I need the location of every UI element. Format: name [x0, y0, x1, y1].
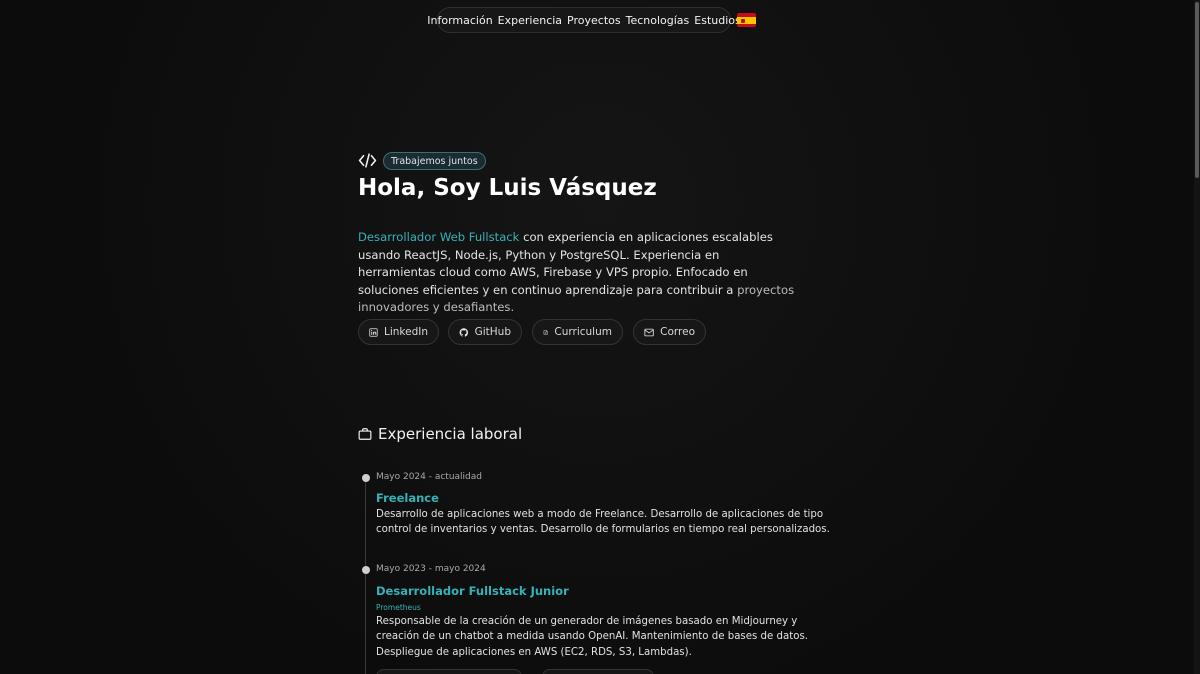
- spain-flag-icon[interactable]: [737, 13, 756, 27]
- hero-description: Desarrollador Web Fullstack con experien…: [358, 229, 798, 317]
- scrollbar-thumb[interactable]: [1195, 2, 1199, 178]
- timeline-line: [365, 482, 366, 674]
- project-link-button[interactable]: [376, 669, 522, 674]
- nav-item-estudios[interactable]: Estudios: [692, 14, 743, 27]
- experience-description: Responsable de la creación de un generad…: [376, 616, 809, 658]
- experience-role: Freelance: [376, 491, 439, 505]
- email-label: Correo: [660, 326, 695, 338]
- experience-role: Desarrollador Fullstack Junior: [376, 584, 569, 598]
- nav-item-informacion[interactable]: Información: [425, 14, 495, 27]
- code-icon: [358, 153, 377, 168]
- experience-date: Mayo 2024 - actualidad: [376, 472, 483, 482]
- experience-date: Mayo 2023 - mayo 2024: [376, 564, 486, 574]
- page-title: Hola, Soy Luis Vásquez: [358, 175, 657, 201]
- timeline-dot: [362, 566, 370, 574]
- github-button[interactable]: GitHub: [448, 319, 522, 345]
- experience-description: Desarrollo de aplicaciones web a modo de…: [376, 509, 830, 536]
- github-icon: [459, 327, 469, 337]
- linkedin-button[interactable]: LinkedIn: [358, 319, 439, 345]
- portfolio-page: Información Experiencia Proyectos Tecnol…: [0, 0, 1200, 674]
- linkedin-label: LinkedIn: [383, 326, 428, 338]
- top-nav: Información Experiencia Proyectos Tecnol…: [427, 7, 741, 33]
- timeline-dot: [362, 474, 370, 482]
- briefcase-icon: [358, 428, 372, 440]
- curriculum-button[interactable]: Curriculum: [532, 319, 623, 345]
- document-icon: [543, 329, 548, 335]
- linkedin-icon: [369, 327, 378, 337]
- curriculum-label: Curriculum: [554, 326, 612, 338]
- tech-chip-group: [542, 669, 654, 674]
- scrollbar[interactable]: [1194, 0, 1200, 674]
- work-together-badge: Trabajemos juntos: [383, 152, 486, 170]
- experience-title: Experiencia laboral: [378, 425, 523, 443]
- mail-icon: [644, 328, 654, 336]
- nav-item-proyectos[interactable]: Proyectos: [565, 14, 624, 27]
- nav-item-tecnologias[interactable]: Tecnologías: [623, 14, 692, 27]
- experience-heading: Experiencia laboral: [358, 425, 522, 443]
- role-highlight: Desarrollador Web Fullstack: [358, 230, 520, 244]
- email-button[interactable]: Correo: [633, 319, 706, 345]
- nav-item-experiencia[interactable]: Experiencia: [495, 14, 564, 27]
- experience-company: Prometheus: [376, 603, 421, 612]
- github-label: GitHub: [474, 326, 511, 338]
